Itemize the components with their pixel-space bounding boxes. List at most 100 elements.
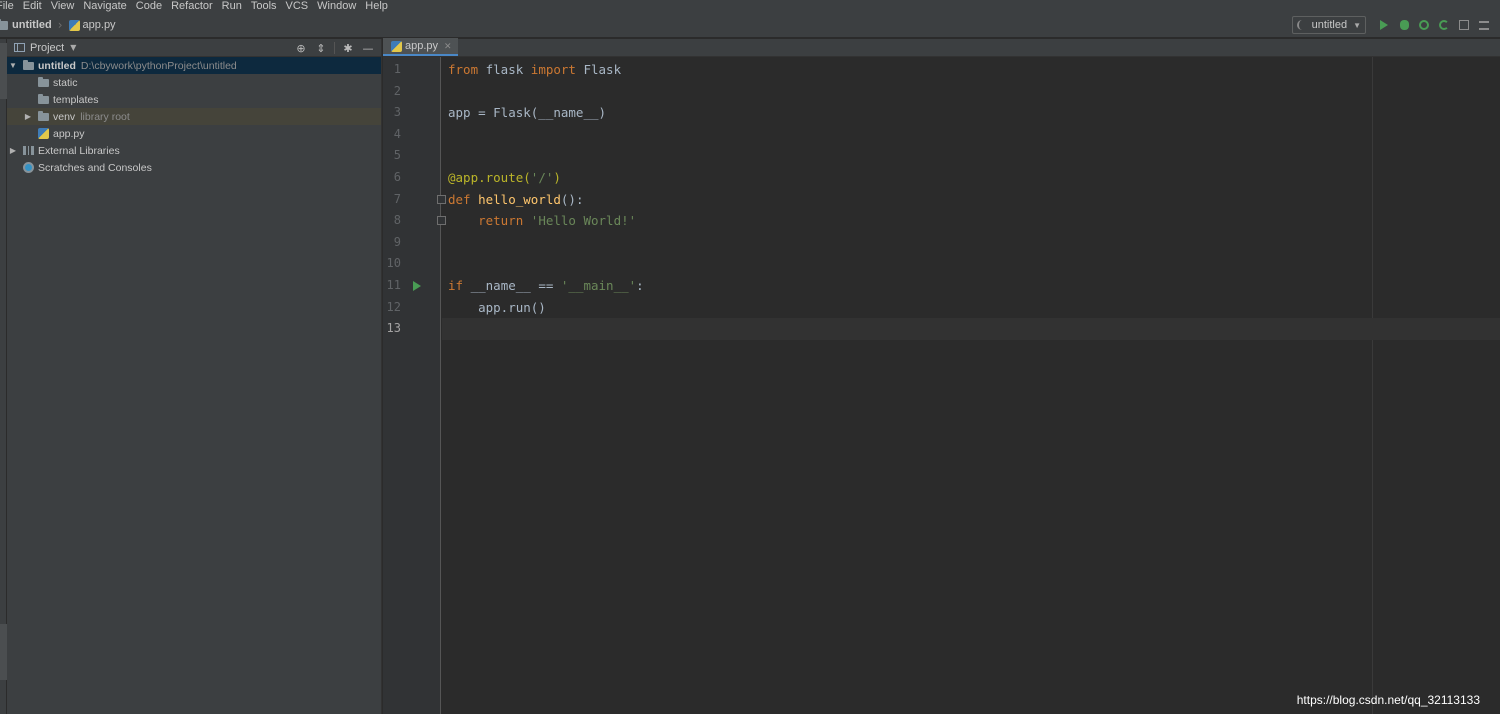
menu-bar: File Edit View Navigate Code Refactor Ru… [0,0,1500,13]
keyword: if [448,278,464,293]
divider [334,42,335,54]
expression: __name__ == [463,278,561,293]
folder-icon [23,59,34,70]
menu-run[interactable]: Run [222,0,242,13]
python-file-icon [68,19,80,31]
tree-item-label: untitled [38,59,76,72]
build-icon [1479,20,1489,30]
tree-item-untitled[interactable]: ▼ untitled D:\cbywork\pythonProject\unti… [7,57,381,74]
menu-refactor[interactable]: Refactor [171,0,213,13]
string-literal: '/' [530,170,554,185]
project-view-select[interactable]: Project [30,42,64,54]
breadcrumb-file[interactable]: app.py [68,19,116,31]
line-number: 3 [393,105,401,120]
tab-label: app.py [405,40,439,52]
menu-navigate[interactable]: Navigate [83,0,126,13]
code-line-13-current[interactable] [442,318,1500,340]
line-number: 6 [393,170,401,184]
menu-tools[interactable]: Tools [251,0,277,13]
run-gutter-icon[interactable] [413,281,421,291]
gear-icon[interactable]: ✱ [341,41,355,55]
project-view-icon [14,43,25,52]
breadcrumb-separator: › [57,18,63,32]
menu-file[interactable]: File [0,0,14,13]
menu-vcs[interactable]: VCS [286,0,309,13]
project-panel: Project ▼ ⊕ ⇕ ✱ — ▼ untitled D:\cbywork\… [7,39,382,714]
project-tool-window-tab[interactable] [0,43,7,99]
project-panel-header: Project ▼ ⊕ ⇕ ✱ — [7,39,381,57]
chevron-down-icon[interactable]: ▼ [70,43,76,52]
tree-item-label: External Libraries [38,144,120,157]
code-line-3: app = Flask(__name__) [448,105,607,121]
expand-arrow-icon[interactable]: ▶ [8,146,18,155]
line-number: 12 [386,299,401,314]
profile-button[interactable] [1434,16,1454,34]
tree-item-templates[interactable]: templates [7,91,381,108]
function-name: hello_world [470,191,561,207]
tree-item-static[interactable]: static [7,74,381,91]
scratches-icon [23,162,34,173]
line-number: 1 [393,62,401,76]
line-number: 2 [393,83,401,98]
code-line-7: def hello_world(): [442,189,1500,211]
tree-item-label: Scratches and Consoles [38,161,152,174]
coverage-button[interactable] [1414,16,1434,34]
right-margin-guide [1372,57,1373,714]
menu-code[interactable]: Code [136,0,162,13]
breadcrumb-file-label: app.py [82,19,116,31]
module-name: flask [478,62,531,77]
stop-button[interactable] [1454,16,1474,34]
debug-button[interactable] [1394,16,1414,34]
close-icon[interactable]: ✕ [444,41,452,52]
minimize-icon[interactable]: — [361,41,375,55]
string-literal: '__main__' [560,278,637,293]
favorites-tool-window-tab[interactable] [0,624,7,680]
code-line-11: if __name__ == '__main__': [442,275,1500,297]
chevron-down-icon: ▼ [1353,20,1361,30]
folder-icon [0,18,8,30]
menu-edit[interactable]: Edit [23,0,42,13]
line-number: 7 [393,191,401,206]
tab-app-py[interactable]: app.py ✕ [383,38,458,56]
run-configuration-select[interactable]: untitled ▼ [1291,16,1366,34]
line-number: 9 [393,234,401,249]
punctuation: : [636,278,644,293]
menu-view[interactable]: View [51,0,75,13]
breadcrumb-project-label: untitled [12,19,52,31]
line-number: 5 [393,148,401,163]
tree-item-label: templates [53,93,99,106]
editor-gutter: 1 2 3 4 5 6 7 8 9 10 11 12 13 [383,57,446,714]
tree-item-label: app.py [53,127,85,140]
punctuation: (): [560,191,584,207]
expand-arrow-icon[interactable]: ▶ [23,112,33,121]
tree-item-venv[interactable]: ▶ venv library root [7,108,381,125]
left-tool-strip [0,39,7,714]
keyword: from [448,62,479,77]
breadcrumb-project[interactable]: untitled [0,18,52,31]
coverage-icon [1419,20,1429,30]
class-name: Flask [575,62,622,77]
collapse-all-icon[interactable]: ⇕ [314,41,328,55]
tree-item-scratches[interactable]: Scratches and Consoles [7,159,381,176]
line-number-current: 13 [386,321,401,336]
string-literal: 'Hello World!' [523,213,637,229]
python-file-icon [391,40,402,52]
decorator-end: ) [553,170,561,185]
tree-item-label: static [53,76,78,89]
editor-tab-bar: app.py ✕ [383,38,1500,57]
build-button[interactable] [1474,16,1494,34]
menu-window[interactable]: Window [317,0,356,13]
run-icon [1380,20,1388,30]
watermark-url: https://blog.csdn.net/qq_32113133 [1296,693,1480,707]
run-button[interactable] [1374,16,1394,34]
run-configuration-label: untitled [1311,19,1348,31]
locate-icon[interactable]: ⊕ [294,41,308,55]
tree-item-app-py[interactable]: app.py [7,125,381,142]
menu-help[interactable]: Help [365,0,388,13]
decorator: @app.route( [448,170,531,185]
code-line-1: from flask import Flask [442,59,1500,81]
expand-arrow-icon[interactable]: ▼ [8,61,18,70]
code-area[interactable]: from flask import Flask app = Flask(__na… [442,57,1500,714]
tree-item-external-libraries[interactable]: ▶ External Libraries [7,142,381,159]
